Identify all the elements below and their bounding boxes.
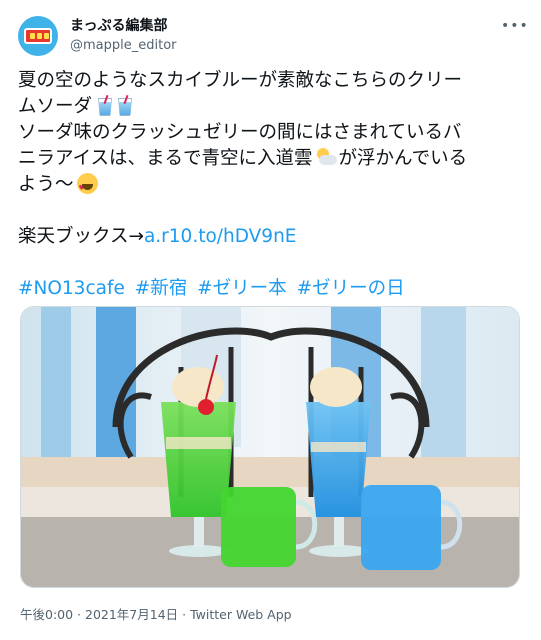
tweet-line: ニラアイスは、まるで青空に入道雲 が浮かんでいる — [18, 148, 468, 169]
tweet-line: ソーダ味のクラッシュゼリーの間にはさまれているバ — [18, 122, 462, 143]
author-names: まっぷる編集部 @mapple_editor — [70, 17, 177, 55]
tweet-card: まっぷる編集部 @mapple_editor ••• 夏の空のようなスカイブルー… — [0, 0, 541, 640]
store-line: 楽天ブックス→a.r10.to/hDV9nE — [18, 226, 297, 247]
hashtag-link[interactable]: #ゼリー本 — [197, 278, 287, 299]
tweet-text: 夏の空のようなスカイブルーが素敵なこちらのクリー ムソーダ ソーダ味のクラッシュ… — [18, 68, 526, 302]
logo-dot — [37, 33, 42, 39]
author-display-name[interactable]: まっぷる編集部 — [70, 17, 177, 35]
hashtag-link[interactable]: #新宿 — [135, 278, 188, 299]
tweet-photo[interactable] — [20, 306, 520, 588]
sun-behind-cloud-icon — [315, 148, 337, 166]
logo-dot — [30, 33, 35, 39]
avatar[interactable] — [18, 16, 58, 56]
store-link[interactable]: a.r10.to/hDV9nE — [144, 226, 297, 247]
tropical-drink-icon — [96, 95, 112, 115]
tweet-meta: 午後0:00 · 2021年7月14日 · Twitter Web App — [20, 607, 292, 622]
more-options-icon[interactable]: ••• — [501, 16, 528, 36]
tweet-header: まっぷる編集部 @mapple_editor ••• — [18, 14, 528, 58]
hashtag-line: #NO13cafe #新宿 #ゼリー本 #ゼリーの日 — [18, 276, 526, 302]
tweet-line: よう〜 — [18, 172, 526, 201]
logo-dot — [44, 33, 49, 39]
author-handle[interactable]: @mapple_editor — [70, 37, 177, 55]
tweet-line: ムソーダ — [18, 94, 526, 120]
heart-eyes-icon — [76, 173, 98, 201]
cream-soda-photo — [21, 307, 519, 587]
tweet-source[interactable]: Twitter Web App — [190, 607, 292, 622]
hashtag-link[interactable]: #NO13cafe — [18, 278, 125, 299]
tropical-drink-icon — [116, 95, 132, 115]
tweet-line: 夏の空のようなスカイブルーが素敵なこちらのクリー — [18, 70, 463, 91]
tweet-time[interactable]: 午後0:00 — [20, 607, 73, 622]
hashtag-link[interactable]: #ゼリーの日 — [297, 278, 405, 299]
tweet-date[interactable]: 2021年7月14日 — [85, 607, 178, 622]
